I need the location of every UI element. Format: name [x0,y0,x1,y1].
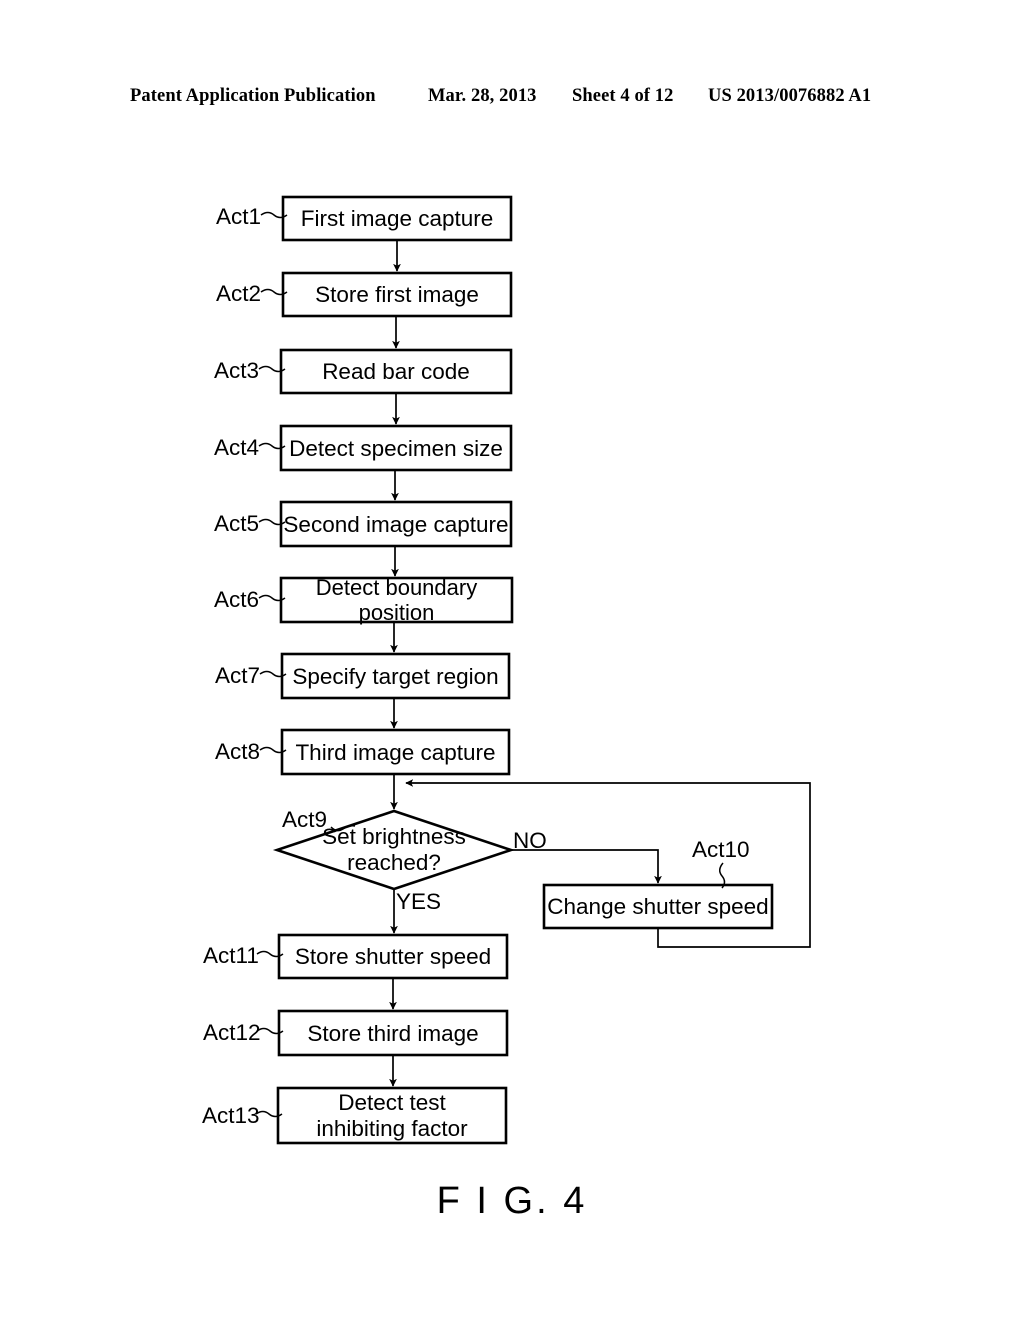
step-ref-act8: Act8 [215,739,261,764]
edge-act9-act10 [511,849,662,884]
step-ref-act11: Act11 [203,943,259,968]
step-ref-act7: Act7 [215,663,261,688]
step-ref-act2: Act2 [216,281,262,306]
node-box-act4 [279,424,513,472]
step-ref-act13: Act13 [202,1103,260,1128]
node-box-act11 [277,933,509,980]
step-ref-act1: Act1 [216,204,262,229]
node-box-act10 [542,883,774,930]
node-box-act12 [277,1009,509,1057]
step-ref-act4: Act4 [214,435,260,460]
node-box-act3 [279,348,513,395]
step-ref-act5: Act5 [214,511,260,536]
flowchart-canvas [255,195,811,1145]
step-ref-act9: Act9 [282,807,328,832]
step-ref-act3: Act3 [214,358,260,383]
branch-label-yes: YES [396,889,442,914]
node-box-act2 [281,271,513,318]
node-box-act7 [280,652,511,700]
flowchart-diagram: First image capture Store first image Re… [0,0,1024,1320]
node-box-act1 [281,195,513,242]
node-box-act8 [280,728,511,776]
step-ref-act6: Act6 [214,587,260,612]
step-ref-act12: Act12 [203,1020,261,1045]
node-box-act5 [279,500,513,548]
figure-caption: F I G. 4 [436,1180,588,1222]
branch-label-no: NO [513,828,547,853]
node-box-act6 [279,576,514,624]
node-box-act13 [276,1086,508,1145]
step-ref-act10: Act10 [692,837,750,862]
